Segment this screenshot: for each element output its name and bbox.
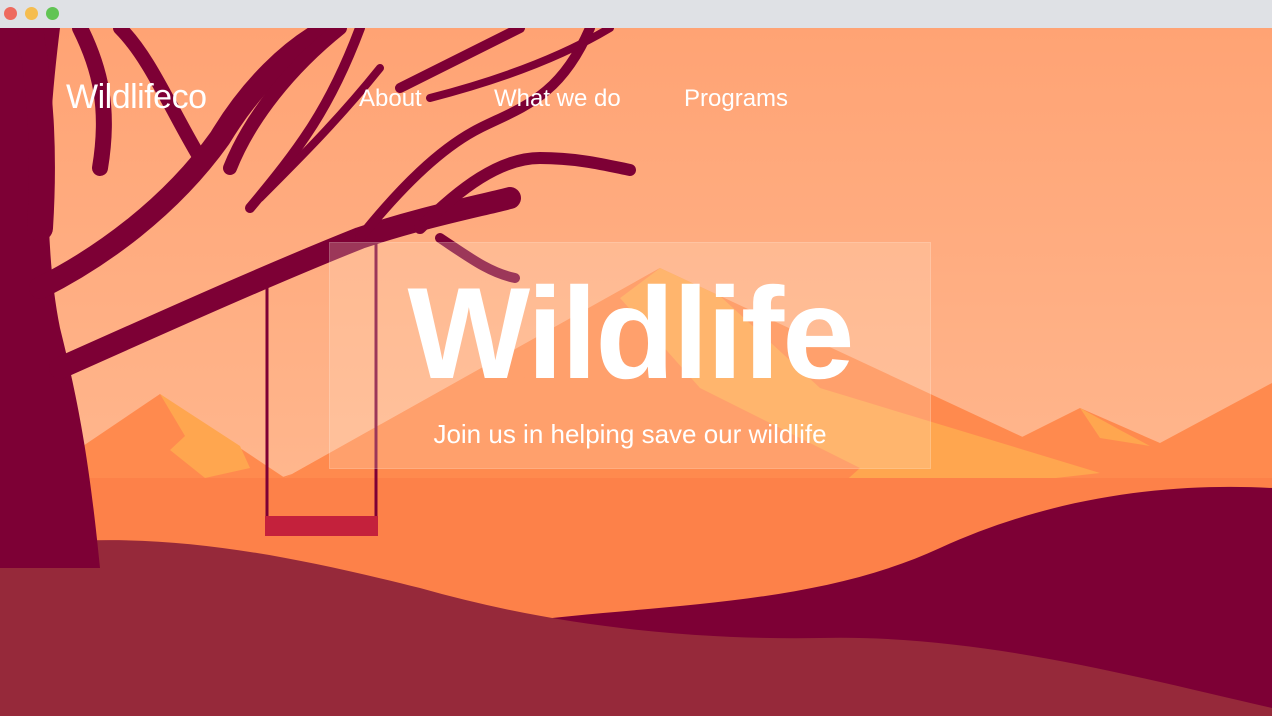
- nav-link-about[interactable]: About: [359, 85, 422, 113]
- hero-title: Wildlife: [407, 260, 854, 406]
- close-window-icon[interactable]: [4, 7, 17, 20]
- nav-link-programs[interactable]: Programs: [684, 85, 788, 113]
- hero-panel: Wildlife Join us in helping save our wil…: [329, 242, 931, 469]
- nav-link-what-we-do[interactable]: What we do: [494, 85, 621, 113]
- hero-subtitle: Join us in helping save our wildlife: [433, 419, 827, 449]
- minimize-window-icon[interactable]: [25, 7, 38, 20]
- site-logo[interactable]: Wildlifeco: [66, 78, 207, 117]
- swing-seat: [265, 516, 378, 536]
- browser-title-bar: [0, 0, 1272, 28]
- maximize-window-icon[interactable]: [46, 7, 59, 20]
- page-viewport: Wildlifeco About What we do Programs Wil…: [0, 28, 1272, 716]
- navbar: Wildlifeco About What we do Programs: [0, 28, 1272, 168]
